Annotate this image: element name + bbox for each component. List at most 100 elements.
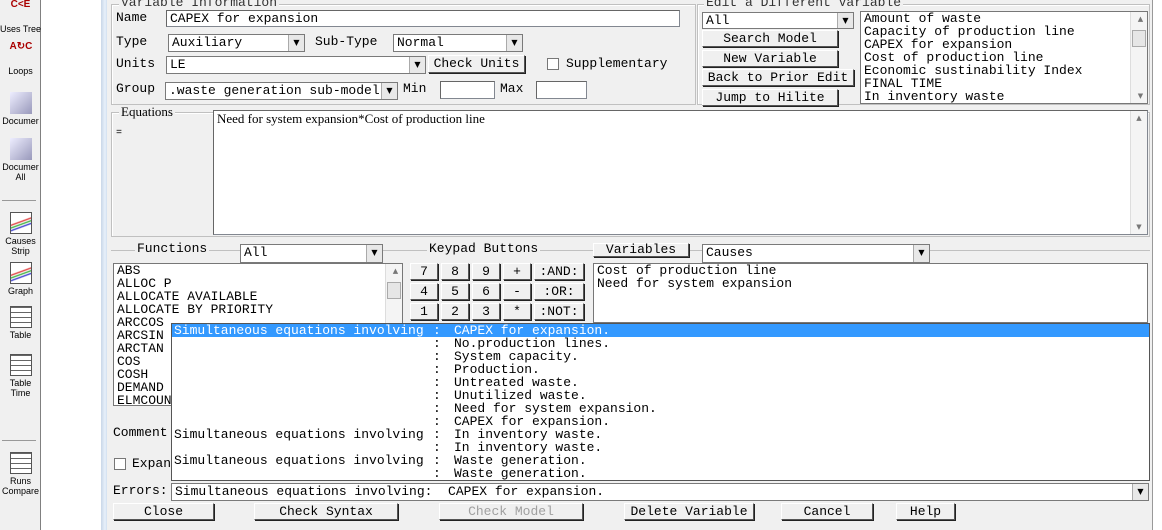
error-option[interactable]: : Unutilized waste. — [172, 389, 1149, 402]
keypad-button[interactable]: 2 — [441, 303, 469, 320]
keypad-button[interactable]: :OR: — [534, 283, 584, 300]
error-option[interactable]: : Untreated waste. — [172, 376, 1149, 389]
error-option[interactable]: Simultaneous equations involving: CAPEX f… — [172, 324, 1149, 337]
chevron-down-icon[interactable]: ▼ — [288, 35, 304, 51]
error-option[interactable]: : No.production lines. — [172, 337, 1149, 350]
error-option[interactable]: : Need for system expansion. — [172, 402, 1149, 415]
equation-textarea[interactable]: Need for system expansion*Cost of produc… — [213, 110, 1148, 235]
check-model-button[interactable]: Check Model — [439, 503, 583, 520]
keypad-button[interactable]: 7 — [410, 263, 438, 280]
comment-label: Comment — [113, 425, 168, 440]
error-option[interactable]: : System capacity. — [172, 350, 1149, 363]
scroll-thumb[interactable] — [387, 282, 401, 299]
toolbar-item-label: Uses Tree — [0, 24, 42, 34]
toolbar-item-label: Documer — [2, 116, 39, 126]
toolbar-item-label: Table — [9, 330, 32, 340]
toolbar-item-loops[interactable]: A↻C Loops — [0, 42, 41, 77]
toolbar-item-uses-tree[interactable]: C<E Uses Tree — [0, 0, 41, 34]
toolbar-item-causes-strip[interactable]: Causes Strip — [0, 212, 41, 256]
variables-button[interactable]: Variables — [593, 243, 689, 257]
chevron-down-icon[interactable]: ▼ — [381, 83, 397, 99]
close-button[interactable]: Close — [113, 503, 214, 520]
list-item[interactable]: Need for system expansion — [594, 277, 1147, 290]
causes-strip-icon — [9, 212, 32, 234]
units-select[interactable]: LE ▼ — [166, 56, 426, 74]
jump-to-hilite-button[interactable]: Jump to Hilite — [702, 89, 838, 106]
keypad-button[interactable]: :NOT: — [534, 303, 584, 320]
error-option-colon: : — [433, 466, 441, 481]
back-to-prior-edit-button[interactable]: Back to Prior Edit — [702, 69, 854, 86]
toolbar-item-document[interactable]: Documer — [0, 92, 41, 126]
toolbar-item-table-time[interactable]: Table Time — [0, 354, 41, 398]
group-select[interactable]: .waste generation sub-model ▼ — [165, 82, 398, 100]
subtype-select[interactable]: Normal ▼ — [393, 34, 523, 52]
chevron-down-icon[interactable]: ▼ — [366, 245, 382, 262]
errors-label: Errors: — [113, 483, 168, 498]
keypad-button[interactable]: 9 — [472, 263, 500, 280]
cancel-button[interactable]: Cancel — [781, 503, 873, 520]
keypad-button[interactable]: 4 — [410, 283, 438, 300]
keypad-button[interactable]: 8 — [441, 263, 469, 280]
type-select[interactable]: Auxiliary ▼ — [168, 34, 305, 52]
variables-filter-select[interactable]: Causes ▼ — [702, 244, 930, 263]
min-label: Min — [403, 81, 427, 96]
subtype-label: Sub-Type — [315, 34, 378, 49]
expand-checkbox[interactable] — [114, 458, 126, 470]
name-input[interactable]: CAPEX for expansion — [166, 10, 680, 27]
scroll-down-icon[interactable]: ▼ — [1131, 220, 1147, 234]
search-model-button[interactable]: Search Model — [702, 30, 838, 47]
min-input[interactable] — [440, 81, 495, 99]
toolbar-item-document-all[interactable]: Documer All — [0, 138, 41, 182]
uses-tree-icon: C<E — [10, 0, 31, 10]
scroll-up-icon[interactable]: ▲ — [1131, 12, 1147, 26]
keypad-button[interactable]: 6 — [472, 283, 500, 300]
error-option[interactable]: Simultaneous equations involving: In inve… — [172, 428, 1149, 441]
check-syntax-button[interactable]: Check Syntax — [254, 503, 398, 520]
keypad-button[interactable]: 5 — [441, 283, 469, 300]
toolbar-item-runs-compare[interactable]: Runs Compare — [0, 452, 41, 496]
toolbar-item-graph[interactable]: Graph — [0, 262, 41, 296]
max-input[interactable] — [536, 81, 587, 99]
scrollbar[interactable]: ▲ ▼ — [1130, 111, 1147, 234]
keypad-button[interactable]: :AND: — [534, 263, 584, 280]
list-item[interactable]: In inventory waste — [861, 90, 1147, 103]
toolbar-item-label: Table Time — [9, 378, 32, 398]
keypad-button[interactable]: 1 — [410, 303, 438, 320]
functions-filter-select[interactable]: All ▼ — [240, 244, 383, 263]
error-option[interactable]: Simultaneous equations involving: Waste g… — [172, 454, 1149, 467]
chevron-down-icon[interactable]: ▼ — [913, 245, 929, 262]
edit-variable-title: Edit a Different Variable — [704, 0, 904, 9]
error-option[interactable]: : Waste generation. — [172, 467, 1149, 480]
help-button[interactable]: Help — [896, 503, 955, 520]
variable-list: Amount of waste Capacity of production l… — [860, 11, 1148, 104]
scroll-down-icon[interactable]: ▼ — [1131, 89, 1147, 103]
chevron-down-icon[interactable]: ▼ — [1132, 484, 1148, 500]
left-toolbar: C<E Uses Tree A↻C Loops Documer Documer All Ca… — [0, 0, 41, 530]
check-units-button[interactable]: Check Units — [428, 55, 525, 73]
chevron-down-icon[interactable]: ▼ — [837, 13, 853, 28]
scroll-up-icon[interactable]: ▲ — [1131, 111, 1147, 125]
variable-filter-select[interactable]: All ▼ — [702, 12, 854, 29]
scrollbar[interactable]: ▲ ▼ — [1130, 12, 1147, 103]
toolbar-item-label: Graph — [7, 286, 33, 296]
scroll-up-icon[interactable]: ▲ — [386, 264, 402, 278]
new-variable-button[interactable]: New Variable — [702, 50, 838, 67]
error-option[interactable]: : Production. — [172, 363, 1149, 376]
keypad-button[interactable]: + — [503, 263, 531, 280]
toolbar-separator — [2, 200, 36, 201]
keypad-button[interactable]: 3 — [472, 303, 500, 320]
delete-variable-button[interactable]: Delete Variable — [624, 503, 754, 520]
units-value: LE — [170, 57, 186, 72]
toolbar-item-table[interactable]: Table — [0, 306, 41, 340]
functions-filter-value: All — [244, 245, 268, 260]
type-label: Type — [116, 34, 148, 49]
error-option-variable: Waste generation. — [454, 466, 587, 481]
scroll-thumb[interactable] — [1132, 30, 1146, 47]
runs-compare-icon — [9, 452, 32, 474]
keypad-button[interactable]: - — [503, 283, 531, 300]
keypad-button[interactable]: * — [503, 303, 531, 320]
supplementary-checkbox[interactable] — [547, 58, 559, 70]
errors-select[interactable]: Simultaneous equations involving: CAPEX … — [171, 483, 1149, 501]
chevron-down-icon[interactable]: ▼ — [506, 35, 522, 51]
chevron-down-icon[interactable]: ▼ — [409, 57, 425, 73]
